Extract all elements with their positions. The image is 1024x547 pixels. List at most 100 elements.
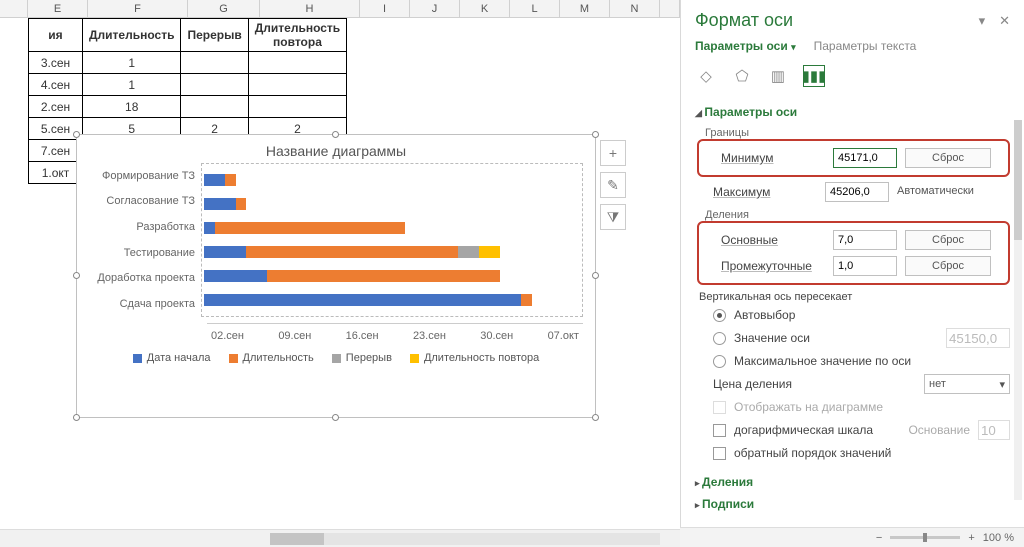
x-axis-labels[interactable]: 02.сен09.сен16.сен23.сен30.сен07.окт <box>207 323 583 342</box>
min-input[interactable] <box>833 148 897 168</box>
cell[interactable]: 2.сен <box>29 96 83 118</box>
chart-add-element-button[interactable]: + <box>600 140 626 166</box>
cell[interactable]: 3.сен <box>29 52 83 74</box>
zoom-in-button[interactable]: + <box>968 532 974 544</box>
bar-row <box>202 264 582 288</box>
pane-scrollbar[interactable] <box>1014 120 1022 500</box>
bar-segment[interactable] <box>225 174 236 186</box>
cell[interactable] <box>181 96 248 118</box>
bar-row <box>202 288 582 312</box>
cell[interactable]: 4.сен <box>29 74 83 96</box>
pane-close-icon[interactable]: ✕ <box>999 13 1010 29</box>
minor-input[interactable] <box>833 256 897 276</box>
display-units-label: Цена деления <box>713 377 916 391</box>
cell[interactable]: 1 <box>83 74 181 96</box>
size-properties-icon[interactable]: ▥ <box>767 65 789 87</box>
section-axis-options[interactable]: Параметры оси <box>695 101 1010 123</box>
tab-axis-options[interactable]: Параметры оси ▾ <box>695 39 796 53</box>
section-tick-marks[interactable]: Деления <box>695 471 1010 493</box>
cell[interactable]: 1.окт <box>29 162 83 184</box>
legend-label: Длительность <box>243 352 314 364</box>
log-scale-checkbox[interactable] <box>713 424 726 437</box>
x-tick: 30.сен <box>480 330 513 342</box>
section-labels[interactable]: Подписи <box>695 493 1010 515</box>
bar-row <box>202 168 582 192</box>
chart-style-button[interactable]: ✎ <box>600 172 626 198</box>
status-bar: − + 100 % <box>680 527 1024 547</box>
minor-reset-button[interactable]: Сброс <box>905 256 991 276</box>
legend-label: Перерыв <box>346 352 392 364</box>
reverse-order-checkbox[interactable] <box>713 447 726 460</box>
legend-item[interactable]: Дата начала <box>133 352 211 364</box>
bar-segment[interactable] <box>204 270 267 282</box>
category-label: Разработка <box>85 215 195 239</box>
zoom-out-button[interactable]: − <box>876 532 882 544</box>
display-units-select[interactable]: нет▾ <box>924 374 1010 394</box>
col-header[interactable]: M <box>560 0 610 17</box>
th: Перерыв <box>181 19 248 52</box>
zoom-slider[interactable] <box>890 536 960 539</box>
cross-value-input[interactable] <box>946 328 1010 348</box>
cell[interactable] <box>248 52 346 74</box>
col-header[interactable]: H <box>260 0 360 17</box>
col-header[interactable]: N <box>610 0 660 17</box>
zoom-level[interactable]: 100 % <box>983 532 1014 544</box>
minor-label: Промежуточные <box>721 259 825 273</box>
bar-segment[interactable] <box>204 174 225 186</box>
min-reset-button[interactable]: Сброс <box>905 148 991 168</box>
major-reset-button[interactable]: Сброс <box>905 230 991 250</box>
radio-axis-value[interactable] <box>713 332 726 345</box>
col-header[interactable]: J <box>410 0 460 17</box>
chart-filter-button[interactable]: ⧩ <box>600 204 626 230</box>
bar-segment[interactable] <box>215 222 405 234</box>
cell[interactable]: 18 <box>83 96 181 118</box>
cell[interactable] <box>181 74 248 96</box>
cell[interactable]: 7.сен <box>29 140 83 162</box>
bar-segment[interactable] <box>204 198 236 210</box>
bar-segment[interactable] <box>204 222 215 234</box>
radio-max-value[interactable] <box>713 355 726 368</box>
major-label: Основные <box>721 233 825 247</box>
bar-segment[interactable] <box>267 270 500 282</box>
cell[interactable] <box>248 96 346 118</box>
col-header[interactable]: K <box>460 0 510 17</box>
bar-segment[interactable] <box>204 294 521 306</box>
pane-dropdown-icon[interactable]: ▾ <box>979 13 986 29</box>
bar-segment[interactable] <box>458 246 479 258</box>
th: Длительность <box>83 19 181 52</box>
legend-swatch <box>133 354 142 363</box>
chart-legend[interactable]: Дата начала Длительность Перерыв Длительнос… <box>77 342 595 370</box>
cell[interactable] <box>248 74 346 96</box>
bar-segment[interactable] <box>204 246 246 258</box>
max-input[interactable] <box>825 182 889 202</box>
plot-area[interactable] <box>201 163 583 317</box>
legend-item[interactable]: Длительность повтора <box>410 352 539 364</box>
bar-segment[interactable] <box>246 246 457 258</box>
bar-segment[interactable] <box>521 294 532 306</box>
col-header[interactable]: G <box>188 0 260 17</box>
cell[interactable] <box>181 52 248 74</box>
col-header[interactable]: I <box>360 0 410 17</box>
x-tick: 16.сен <box>346 330 379 342</box>
fill-line-icon[interactable]: ◇ <box>695 65 717 87</box>
spreadsheet-area: E F G H I J K L M N ия Длительность Пере… <box>0 0 680 547</box>
bar-row <box>202 240 582 264</box>
chart-title[interactable]: Название диаграммы <box>77 135 595 163</box>
col-header[interactable]: F <box>88 0 188 17</box>
bar-segment[interactable] <box>479 246 500 258</box>
major-input[interactable] <box>833 230 897 250</box>
col-header[interactable]: E <box>28 0 88 17</box>
tab-text-options[interactable]: Параметры текста <box>814 39 917 53</box>
axis-options-icon[interactable]: ▮▮▮ <box>803 65 825 87</box>
chevron-down-icon: ▾ <box>999 378 1005 391</box>
effects-icon[interactable]: ⬠ <box>731 65 753 87</box>
brush-icon: ✎ <box>607 177 619 194</box>
cell[interactable]: 1 <box>83 52 181 74</box>
radio-auto[interactable] <box>713 309 726 322</box>
horizontal-scrollbar[interactable] <box>0 529 680 547</box>
chart[interactable]: Название диаграммы Формирование ТЗСоглас… <box>76 134 596 418</box>
legend-item[interactable]: Перерыв <box>332 352 392 364</box>
legend-item[interactable]: Длительность <box>229 352 314 364</box>
bar-segment[interactable] <box>236 198 247 210</box>
col-header[interactable]: L <box>510 0 560 17</box>
